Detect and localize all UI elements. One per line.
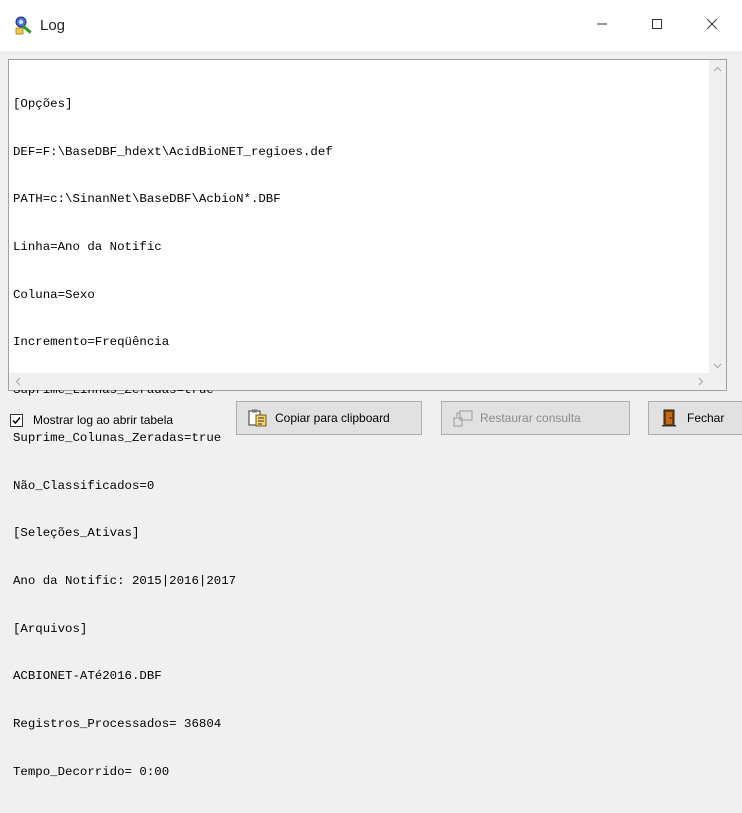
restore-icon bbox=[452, 408, 474, 428]
show-log-checkbox[interactable] bbox=[10, 413, 23, 427]
title-bar[interactable]: Log bbox=[0, 0, 742, 51]
show-log-label: Mostrar log ao abrir tabela bbox=[33, 413, 174, 427]
close-icon bbox=[706, 17, 718, 35]
log-line: Registros_Processados= 36804 bbox=[13, 717, 222, 732]
window-title: Log bbox=[40, 17, 66, 34]
show-log-option[interactable]: Mostrar log ao abrir tabela bbox=[10, 410, 173, 430]
minimize-button[interactable] bbox=[579, 0, 625, 51]
log-line: Coluna=Sexo bbox=[13, 287, 95, 302]
maximize-button[interactable] bbox=[634, 0, 680, 51]
log-line: Incremento=Freqüência bbox=[13, 335, 170, 350]
scroll-down-icon[interactable] bbox=[709, 357, 726, 374]
horizontal-scrollbar[interactable] bbox=[9, 373, 726, 390]
log-line: PATH=c:\SinanNet\BaseDBF\AcbioN*.DBF bbox=[13, 192, 281, 207]
scroll-left-icon[interactable] bbox=[9, 373, 26, 390]
maximize-icon bbox=[651, 17, 663, 35]
log-line: ACBIONET-ATé2016.DBF bbox=[13, 669, 162, 684]
log-content: [Opções] DEF=F:\BaseDBF_hdext\AcidBioNET… bbox=[13, 65, 703, 813]
log-line: [Seleções_Ativas] bbox=[13, 526, 140, 541]
scroll-up-icon[interactable] bbox=[709, 60, 726, 77]
vertical-scrollbar[interactable] bbox=[709, 60, 726, 374]
log-line: Linha=Ano da Notific bbox=[13, 239, 162, 254]
log-window: Log [Opções] DEF=F:\BaseDBF_hdext\AcidBi… bbox=[0, 0, 742, 779]
copy-button-label: Copiar para clipboard bbox=[275, 411, 390, 425]
minimize-icon bbox=[596, 17, 608, 35]
restore-query-button[interactable]: Restaurar consulta bbox=[441, 401, 630, 435]
log-line: Tempo_Decorrido= 0:00 bbox=[13, 764, 170, 779]
door-exit-icon bbox=[659, 408, 681, 428]
restore-button-label: Restaurar consulta bbox=[480, 411, 581, 425]
close-window-button[interactable] bbox=[689, 0, 735, 51]
copy-to-clipboard-button[interactable]: Copiar para clipboard bbox=[236, 401, 422, 435]
scroll-right-icon[interactable] bbox=[692, 373, 709, 390]
close-button[interactable]: Fechar bbox=[648, 401, 742, 435]
app-icon bbox=[14, 15, 36, 35]
clipboard-icon bbox=[247, 408, 269, 428]
log-line: [Arquivos] bbox=[13, 621, 88, 636]
log-line: [Opções] bbox=[13, 96, 73, 111]
log-line: Não_Classificados=0 bbox=[13, 478, 155, 493]
log-line: DEF=F:\BaseDBF_hdext\AcidBioNET_regioes.… bbox=[13, 144, 333, 159]
log-line: Ano da Notific: 2015|2016|2017 bbox=[13, 574, 237, 588]
log-textarea[interactable]: [Opções] DEF=F:\BaseDBF_hdext\AcidBioNET… bbox=[8, 59, 727, 779]
close-button-label: Fechar bbox=[687, 411, 725, 425]
